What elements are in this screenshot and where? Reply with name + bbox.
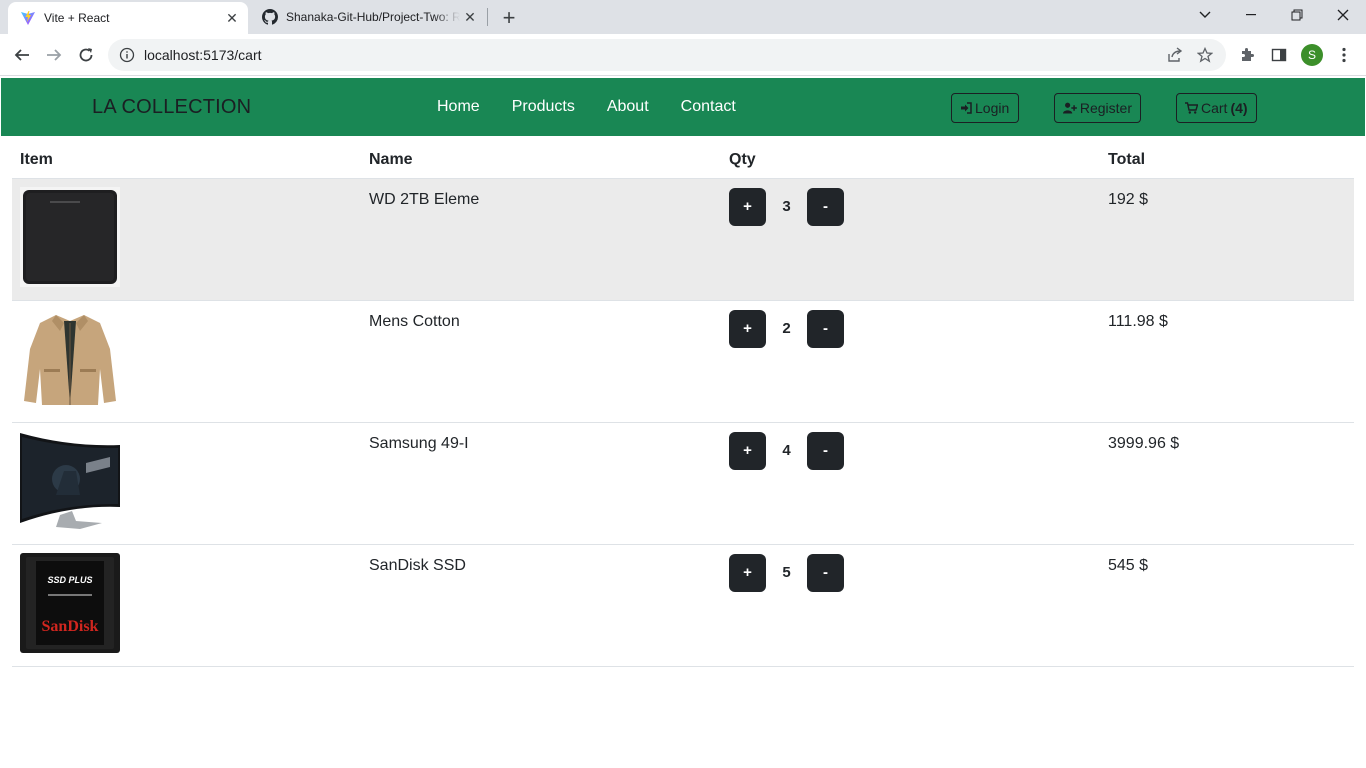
- qty-cell: + 2 -: [721, 300, 1100, 423]
- bookmark-star-icon[interactable]: [1190, 40, 1220, 70]
- forward-arrow-icon[interactable]: [40, 41, 68, 69]
- restore-icon[interactable]: [1274, 0, 1320, 30]
- back-arrow-icon[interactable]: [8, 41, 36, 69]
- browser-toolbar: localhost:5173/cart S: [0, 34, 1366, 76]
- decrease-qty-button[interactable]: -: [807, 187, 844, 226]
- reload-icon[interactable]: [72, 41, 100, 69]
- extensions-puzzle-icon[interactable]: [1233, 41, 1261, 69]
- profile-initial: S: [1301, 44, 1323, 66]
- item-cell: [12, 422, 361, 545]
- browser-menu-icon[interactable]: [1330, 41, 1358, 69]
- github-icon: [262, 9, 278, 25]
- tab-search-icon[interactable]: [1182, 0, 1228, 30]
- decrease-qty-button[interactable]: -: [807, 431, 844, 470]
- row-total: 111.98 $: [1100, 300, 1354, 423]
- cart-button[interactable]: Cart (4): [1176, 93, 1257, 123]
- row-total: 545 $: [1100, 544, 1354, 667]
- product-name: WD 2TB Eleme: [361, 178, 721, 301]
- qty-value: 3: [782, 198, 791, 215]
- register-button[interactable]: Register: [1054, 93, 1141, 123]
- nav-link-home[interactable]: Home: [421, 96, 496, 118]
- share-icon[interactable]: [1160, 40, 1190, 70]
- register-label: Register: [1079, 100, 1132, 116]
- browser-tab-active[interactable]: Vite + React ✕: [8, 2, 248, 34]
- login-label: Login: [975, 100, 1010, 116]
- product-image-monitor: [20, 430, 120, 531]
- table-row: SSD PLUS SanDisk SanDisk SSD + 5 - 545 $: [12, 544, 1354, 667]
- tab-close-icon[interactable]: ✕: [222, 8, 242, 28]
- cart-header-row: Item Name Qty Total: [12, 142, 1354, 179]
- page-viewport: LA COLLECTION Home Products About Contac…: [0, 77, 1366, 768]
- cart-count: (4): [1230, 100, 1248, 116]
- site-brand[interactable]: LA COLLECTION: [92, 96, 251, 119]
- qty-value: 4: [782, 442, 791, 459]
- nav-links: Home Products About Contact: [421, 96, 752, 118]
- increase-qty-button[interactable]: +: [729, 431, 766, 470]
- decrease-qty-button[interactable]: -: [807, 309, 844, 348]
- sign-in-icon: [961, 102, 972, 114]
- product-image-hard-drive: [20, 186, 120, 287]
- tab-separator: [487, 8, 488, 26]
- side-panel-icon[interactable]: [1265, 41, 1293, 69]
- item-cell: SSD PLUS SanDisk: [12, 544, 361, 667]
- header-name: Name: [361, 142, 721, 179]
- qty-value: 5: [782, 564, 791, 581]
- qty-cell: + 4 -: [721, 422, 1100, 545]
- table-row: WD 2TB Eleme + 3 - 192 $: [12, 178, 1354, 301]
- product-image-ssd: SSD PLUS SanDisk: [20, 552, 120, 653]
- browser-tabstrip: Vite + React ✕ Shanaka-Git-Hub/Project-T…: [0, 0, 1366, 34]
- profile-avatar[interactable]: S: [1298, 41, 1326, 69]
- header-item: Item: [12, 142, 361, 179]
- nav-link-products[interactable]: Products: [496, 96, 591, 118]
- cart-icon: [1185, 102, 1198, 114]
- user-plus-icon: [1063, 102, 1077, 114]
- decrease-qty-button[interactable]: -: [807, 553, 844, 592]
- minimize-icon[interactable]: [1228, 0, 1274, 30]
- increase-qty-button[interactable]: +: [729, 187, 766, 226]
- product-name: SanDisk SSD: [361, 544, 721, 667]
- address-bar[interactable]: localhost:5173/cart: [108, 39, 1226, 71]
- product-name: Samsung 49-I: [361, 422, 721, 545]
- url-text: localhost:5173/cart: [144, 47, 262, 63]
- tab-close-icon[interactable]: ✕: [460, 7, 480, 27]
- product-name: Mens Cotton: [361, 300, 721, 423]
- nav-link-contact[interactable]: Contact: [665, 96, 752, 118]
- row-total: 3999.96 $: [1100, 422, 1354, 545]
- tab-title: Vite + React: [44, 11, 110, 25]
- header-total: Total: [1100, 142, 1354, 179]
- cart-label: Cart: [1201, 100, 1228, 116]
- row-total: 192 $: [1100, 178, 1354, 301]
- product-image-jacket: [20, 308, 120, 409]
- nav-link-about[interactable]: About: [591, 96, 665, 118]
- site-navbar: LA COLLECTION Home Products About Contac…: [1, 78, 1365, 136]
- tab-title: Shanaka-Git-Hub/Project-Two: R: [286, 10, 460, 24]
- table-row: Samsung 49-I + 4 - 3999.96 $: [12, 422, 1354, 545]
- increase-qty-button[interactable]: +: [729, 309, 766, 348]
- cart-table: Item Name Qty Total WD 2TB Eleme + 3 - 1…: [12, 142, 1354, 667]
- increase-qty-button[interactable]: +: [729, 553, 766, 592]
- ssd-label-text: SSD PLUS: [47, 575, 92, 585]
- header-qty: Qty: [721, 142, 1100, 179]
- site-info-icon[interactable]: [119, 47, 135, 63]
- login-button[interactable]: Login: [951, 93, 1019, 123]
- new-tab-icon[interactable]: +: [496, 5, 522, 31]
- browser-tab-inactive[interactable]: Shanaka-Git-Hub/Project-Two: R ✕: [250, 0, 486, 34]
- item-cell: [12, 178, 361, 301]
- qty-cell: + 5 -: [721, 544, 1100, 667]
- item-cell: [12, 300, 361, 423]
- close-window-icon[interactable]: [1320, 0, 1366, 30]
- qty-value: 2: [782, 320, 791, 337]
- ssd-brand-text: SanDisk: [42, 618, 99, 635]
- qty-cell: + 3 -: [721, 178, 1100, 301]
- table-row: Mens Cotton + 2 - 111.98 $: [12, 300, 1354, 423]
- vite-icon: [21, 11, 35, 25]
